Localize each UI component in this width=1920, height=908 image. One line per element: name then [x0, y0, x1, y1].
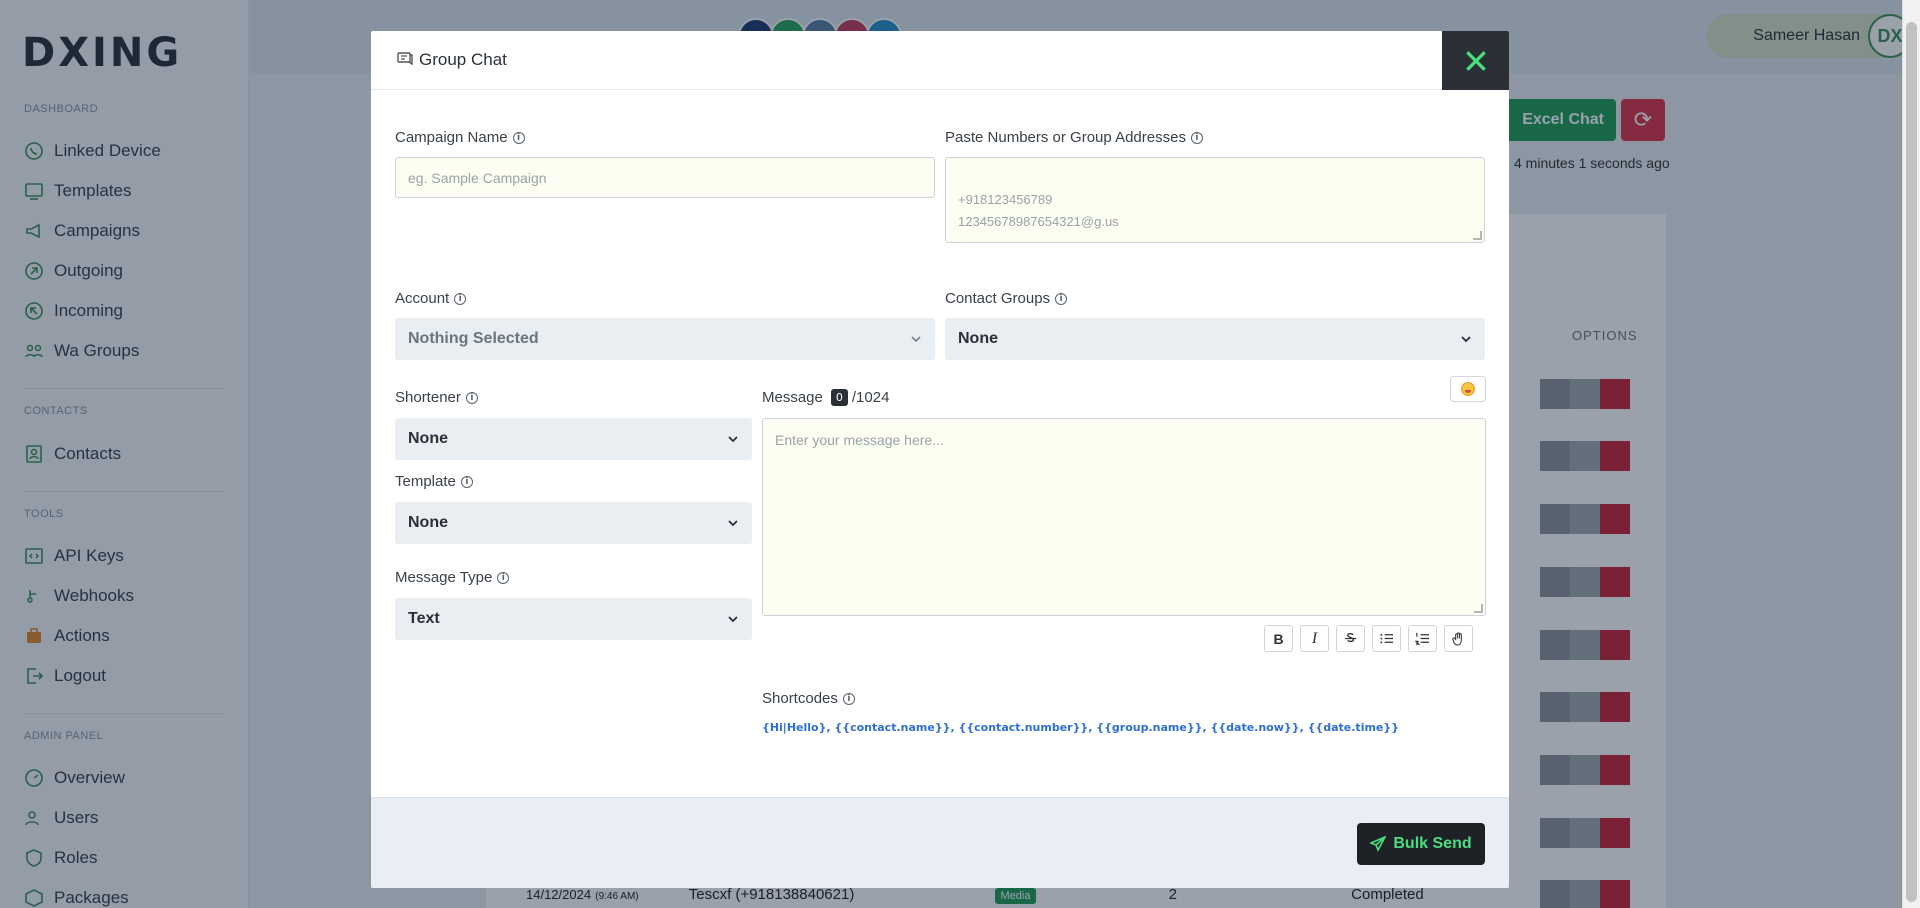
chevron-down-icon	[1461, 336, 1471, 343]
numbered-list-button[interactable]	[1408, 625, 1437, 652]
contact-groups-value: None	[958, 330, 998, 347]
scrollbar-thumb[interactable]	[1906, 22, 1917, 902]
scrollbar[interactable]	[1902, 0, 1920, 908]
label-text: Paste Numbers or Group Addresses	[945, 129, 1186, 146]
template-label: Template i	[395, 473, 473, 490]
label-text: Message	[762, 389, 823, 406]
modal-header: Group Chat	[371, 31, 1509, 90]
group-chat-modal: Group Chat Campaign Name i eg. Sample Cam…	[371, 31, 1509, 888]
char-max: /1024	[851, 389, 890, 406]
shortener-select[interactable]: None	[395, 418, 752, 460]
contact-groups-label: Contact Groups i	[945, 290, 1068, 307]
chat-icon	[395, 48, 415, 73]
numbers-label: Paste Numbers or Group Addresses i	[945, 129, 1203, 146]
italic-button[interactable]: I	[1300, 625, 1329, 652]
contact-groups-select[interactable]: None	[945, 318, 1485, 360]
message-label: Message 0 /1024	[762, 389, 889, 406]
chevron-down-icon	[728, 436, 738, 443]
info-icon[interactable]: i	[842, 692, 855, 705]
label-text: Shortener	[395, 389, 461, 406]
campaign-name-input[interactable]: eg. Sample Campaign	[395, 157, 935, 198]
shortener-label: Shortener i	[395, 389, 478, 406]
label-text: Campaign Name	[395, 129, 508, 146]
bullet-list-icon	[1380, 633, 1394, 644]
hand-button[interactable]	[1444, 625, 1473, 652]
chevron-down-icon	[911, 336, 921, 343]
shortcodes-list[interactable]: {Hi|Hello}, {{contact.name}}, {{contact.…	[762, 721, 1399, 734]
label-text: Message Type	[395, 569, 493, 586]
shortener-value: None	[408, 430, 448, 447]
label-text: Contact Groups	[945, 290, 1051, 307]
bulk-send-label: Bulk Send	[1393, 835, 1472, 852]
emoji-icon	[1461, 382, 1475, 396]
label-text: Account	[395, 290, 450, 307]
char-counter: 0	[830, 389, 848, 406]
strikethrough-button[interactable]	[1336, 625, 1365, 652]
message-type-select[interactable]: Text	[395, 598, 752, 640]
label-text: Template	[395, 473, 456, 490]
message-placeholder: Enter your message here...	[775, 432, 944, 448]
bullet-list-button[interactable]	[1372, 625, 1401, 652]
bold-icon: B	[1273, 630, 1284, 647]
resize-handle[interactable]	[1474, 604, 1483, 613]
placeholder-line: 12345678987654321@g.us	[958, 214, 1119, 229]
info-icon[interactable]: i	[454, 292, 467, 305]
info-icon[interactable]: i	[1190, 131, 1203, 144]
account-label: Account i	[395, 290, 467, 307]
chevron-down-icon	[728, 616, 738, 623]
resize-handle[interactable]	[1473, 231, 1482, 240]
numbered-list-icon	[1415, 632, 1430, 645]
campaign-name-label: Campaign Name i	[395, 129, 525, 146]
account-select[interactable]: Nothing Selected	[395, 318, 935, 360]
info-icon[interactable]: i	[497, 571, 510, 584]
emoji-button[interactable]	[1450, 376, 1486, 402]
modal-footer: Bulk Send	[371, 797, 1509, 888]
bold-button[interactable]: B	[1264, 625, 1293, 652]
account-value: Nothing Selected	[408, 330, 539, 347]
info-icon[interactable]: i	[465, 391, 478, 404]
bulk-send-button[interactable]: Bulk Send	[1357, 823, 1485, 865]
template-select[interactable]: None	[395, 502, 752, 544]
hand-icon	[1452, 632, 1462, 646]
message-textarea[interactable]: Enter your message here...	[762, 418, 1486, 616]
shortcodes-label: Shortcodes i	[762, 690, 855, 707]
info-icon[interactable]: i	[512, 131, 525, 144]
strikethrough-icon	[1344, 633, 1357, 643]
chevron-down-icon	[728, 520, 738, 527]
message-type-value: Text	[408, 610, 440, 627]
template-value: None	[408, 514, 448, 531]
close-icon	[1465, 50, 1486, 71]
info-icon[interactable]: i	[460, 475, 473, 488]
close-button[interactable]	[1442, 31, 1509, 90]
numbers-textarea[interactable]: +918123456789 12345678987654321@g.us	[945, 157, 1485, 243]
format-toolbar: B I	[1264, 625, 1473, 652]
label-text: Shortcodes	[762, 690, 838, 707]
modal-title: Group Chat	[419, 50, 507, 69]
italic-icon: I	[1311, 629, 1318, 647]
message-type-label: Message Type i	[395, 569, 510, 586]
placeholder-line: +918123456789	[958, 192, 1053, 207]
info-icon[interactable]: i	[1055, 292, 1068, 305]
send-icon	[1370, 836, 1387, 852]
